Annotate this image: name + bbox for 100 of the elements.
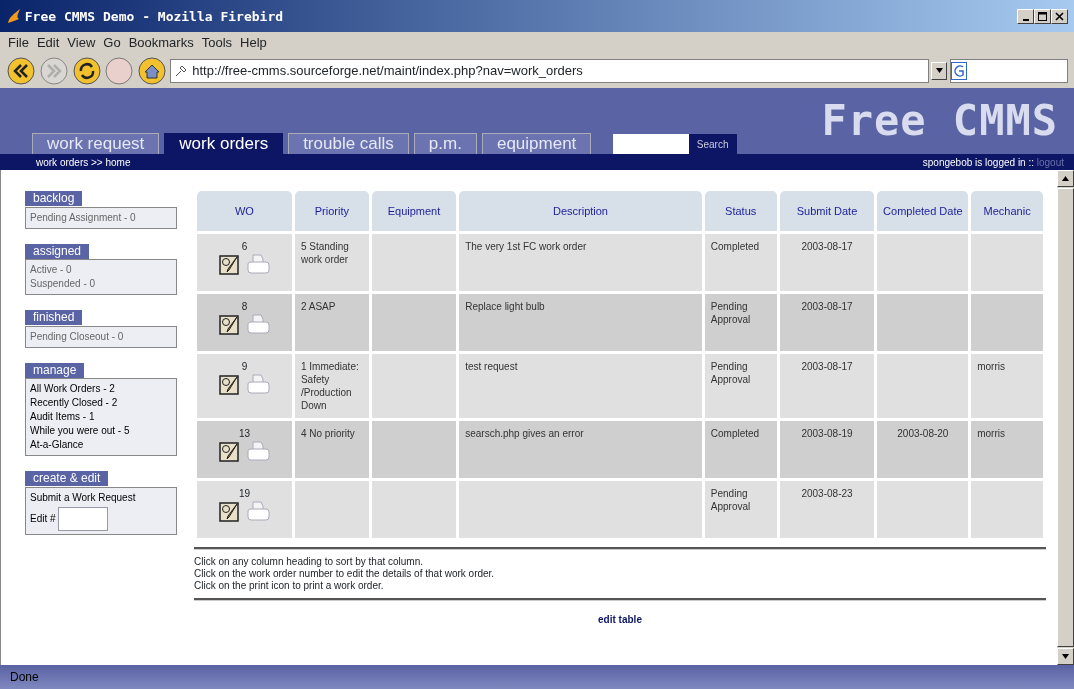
section-title: backlog <box>25 191 83 206</box>
up-arrow-icon <box>1061 174 1070 183</box>
edit-icon[interactable] <box>218 500 241 522</box>
user-status: spongebob is logged in :: <box>922 155 1034 170</box>
table-cell: 2003-08-19 <box>801 428 853 439</box>
caret-icon <box>934 66 944 75</box>
status-text: Done <box>10 669 39 686</box>
column-header[interactable]: Mechanic <box>971 191 1043 231</box>
back-icon[interactable] <box>6 55 36 86</box>
menu-link[interactable]: Recently Closed - 2 <box>30 396 172 410</box>
dropdown-button[interactable] <box>931 61 948 80</box>
table-cell: 4 No priority <box>300 428 355 439</box>
table-cell: 5 Standing work order <box>300 241 349 265</box>
table-cell: morris <box>977 361 1005 372</box>
edit-icon[interactable] <box>218 253 241 275</box>
menu-item[interactable]: Help <box>236 32 271 53</box>
column-header[interactable]: Submit Date <box>779 191 875 231</box>
pin-icon <box>174 64 187 77</box>
maximize-icon <box>1038 11 1047 21</box>
edit-icon[interactable] <box>218 440 241 462</box>
table-cell: The very 1st FC work order <box>465 241 587 252</box>
help-text: Click on any column heading to sort by that column. <box>194 556 424 568</box>
nav-tab[interactable]: work orders <box>164 133 284 154</box>
section-title: finished <box>25 310 83 325</box>
table-cell: Completed <box>710 428 760 439</box>
table-cell: Pending Approval <box>710 488 751 512</box>
work-order-link[interactable]: 9 <box>241 360 248 373</box>
edit-icon[interactable] <box>218 373 241 395</box>
flame-icon <box>6 8 22 24</box>
minimize-button[interactable] <box>1017 8 1034 24</box>
table-cell: morris <box>977 428 1005 439</box>
menu-link[interactable]: Submit a Work Request <box>30 490 172 505</box>
table-cell: Pending Approval <box>710 361 751 385</box>
reload-icon[interactable] <box>71 55 102 86</box>
column-header[interactable]: Equipment <box>371 191 457 231</box>
work-order-link[interactable]: 13 <box>238 427 251 440</box>
nav-tab[interactable]: p.m. <box>413 133 477 154</box>
menu-link[interactable]: Audit Items - 1 <box>30 410 172 424</box>
down-arrow-icon <box>1061 652 1070 661</box>
table-cell: 2003-08-17 <box>801 361 853 372</box>
help-text: Click on the print icon to print a work order. <box>194 580 385 592</box>
menu-link[interactable]: While you were out - 5 <box>30 424 172 438</box>
work-order-link[interactable]: 8 <box>241 300 248 313</box>
search-input[interactable] <box>612 134 689 154</box>
close-icon <box>1055 11 1064 21</box>
table-cell: 2003-08-23 <box>801 488 853 499</box>
menu-link[interactable]: All Work Orders - 2 <box>30 382 172 396</box>
menu-item[interactable]: File <box>4 32 33 53</box>
help-text: Click on the work order number to edit the details of that work order. <box>194 568 496 580</box>
column-header[interactable]: Priority <box>294 191 369 231</box>
maximize-button[interactable] <box>1034 8 1051 24</box>
menu-item[interactable]: Bookmarks <box>124 32 198 53</box>
logo: Free CMMS <box>821 96 1058 145</box>
table-cell: 1 Immediate: Safety /Production Down <box>300 361 359 411</box>
scrollbar-thumb[interactable] <box>1057 188 1074 647</box>
menu-item[interactable]: Edit <box>32 32 64 53</box>
stat-text: Suspended - 0 <box>30 277 97 291</box>
stat-text: Active - 0 <box>30 263 73 277</box>
column-header[interactable]: WO <box>197 191 292 231</box>
table-cell: Pending Approval <box>710 301 751 325</box>
work-order-link[interactable]: 19 <box>238 487 251 500</box>
nav-tab[interactable]: trouble calls <box>288 133 409 154</box>
menu-item[interactable]: View <box>63 32 100 53</box>
table-cell: Replace light bulb <box>465 301 545 312</box>
scroll-down-button[interactable] <box>1057 648 1074 665</box>
close-button[interactable] <box>1051 8 1068 24</box>
home-icon[interactable] <box>137 55 167 86</box>
column-header[interactable]: Completed Date <box>877 191 969 231</box>
work-order-link[interactable]: 6 <box>241 240 248 253</box>
edit-table-link[interactable]: edit table <box>598 614 642 625</box>
column-header[interactable]: Status <box>704 191 777 231</box>
window-title: Free CMMS Demo - Mozilla Firebird <box>24 8 285 24</box>
menu-item[interactable]: Tools <box>197 32 237 53</box>
stat-text: Pending Assignment - 0 <box>30 210 137 225</box>
logout-link[interactable]: logout <box>1036 154 1064 170</box>
google-icon <box>951 61 967 80</box>
stat-text: Pending Closeout - 0 <box>30 329 125 344</box>
nav-tab[interactable]: work request <box>32 133 160 154</box>
section-title: assigned <box>25 243 90 259</box>
nav-tab[interactable]: equipment <box>481 133 592 154</box>
table-cell: 2003-08-17 <box>801 241 853 252</box>
column-header[interactable]: Description <box>459 191 702 231</box>
address-bar[interactable]: http://free-cmms.sourceforge.net/maint/index.php?nav=work_orders <box>169 58 929 83</box>
table-cell: 2003-08-20 <box>897 428 949 439</box>
minimize-icon <box>1022 19 1029 21</box>
table-cell: Completed <box>710 241 760 252</box>
section-title: create & edit <box>25 471 109 486</box>
breadcrumb: work orders >> home <box>36 155 131 170</box>
input-field[interactable] <box>58 507 109 532</box>
table-cell: test request <box>465 361 518 372</box>
table-cell: 2003-08-17 <box>801 301 853 312</box>
scroll-up-button[interactable] <box>1057 170 1074 187</box>
menu-item[interactable]: Go <box>99 32 125 53</box>
table-cell: 2 ASAP <box>300 301 336 312</box>
section-title: manage <box>25 362 85 378</box>
table-cell: searsch.php gives an error <box>465 428 584 439</box>
search-field[interactable] <box>950 58 1068 83</box>
search-button[interactable]: Search <box>688 134 737 154</box>
menu-link[interactable]: At-a-Glance <box>30 438 172 452</box>
edit-icon[interactable] <box>218 313 241 335</box>
